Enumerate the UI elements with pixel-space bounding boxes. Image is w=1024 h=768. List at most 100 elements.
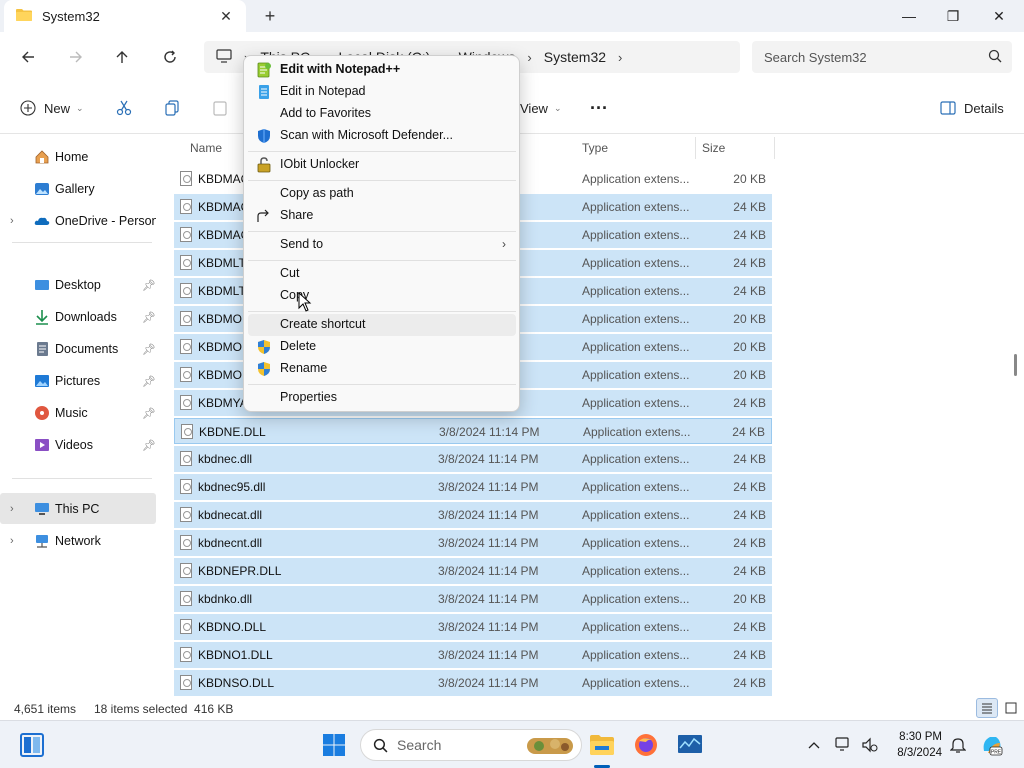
sidebar-item-onedrive[interactable]: › OneDrive - Persona [0, 206, 156, 236]
chevron-right-icon: › [502, 237, 506, 251]
start-button[interactable] [320, 731, 348, 759]
sidebar-item-gallery[interactable]: Gallery [0, 174, 156, 204]
menu-item-add-to-favorites[interactable]: Add to Favorites [248, 103, 516, 125]
details-pane-button[interactable]: Details [940, 96, 1004, 120]
copy-button[interactable] [164, 96, 180, 120]
file-type: Application extens... [582, 620, 690, 634]
taskbar-search-box[interactable]: Search [360, 729, 582, 761]
widgets-button[interactable] [18, 731, 46, 759]
menu-item-cut[interactable]: Cut [248, 263, 516, 285]
search-input[interactable]: Search System32 [752, 41, 1012, 73]
pin-icon: 📌︎ [142, 311, 156, 324]
file-size: 24 KB [733, 620, 766, 634]
table-row[interactable]: kbdnec.dll 3/8/2024 11:14 PM Application e… [174, 446, 772, 472]
file-name: kbdnko.dll [198, 592, 253, 606]
menu-separator [248, 180, 516, 181]
table-row[interactable]: KBDNO1.DLL 3/8/2024 11:14 PM Application e… [174, 642, 772, 668]
show-hidden-icons-button[interactable] [800, 731, 828, 759]
menu-item-rename[interactable]: Rename [248, 358, 516, 380]
menu-item-scan-with-defender[interactable]: Scan with Microsoft Defender... [248, 125, 516, 147]
table-row[interactable]: KBDNE.DLL 3/8/2024 11:14 PM Application ex… [174, 418, 772, 444]
dll-file-icon [181, 424, 193, 439]
file-size: 24 KB [733, 228, 766, 242]
view-button[interactable]: View ⌄ [520, 96, 562, 120]
menu-item-share[interactable]: Share [248, 205, 516, 227]
file-name: KBDMLT [198, 284, 246, 298]
sidebar-item-downloads[interactable]: Downloads 📌︎ [0, 302, 156, 332]
minimize-button[interactable]: — [886, 0, 932, 32]
table-row[interactable]: kbdnko.dll 3/8/2024 11:14 PM Application e… [174, 586, 772, 612]
tiles-view-button[interactable] [1000, 698, 1022, 718]
menu-item-iobit-unlocker[interactable]: IObit Unlocker [248, 154, 516, 176]
sidebar-item-desktop[interactable]: Desktop 📌︎ [0, 270, 156, 300]
network-tray-button[interactable] [830, 731, 858, 759]
back-button[interactable] [14, 44, 42, 70]
menu-item-properties[interactable]: Properties [248, 387, 516, 409]
paste-button[interactable] [212, 96, 228, 120]
refresh-button[interactable] [156, 44, 184, 70]
new-button[interactable]: New ⌄ [20, 96, 84, 120]
maximize-button[interactable]: ❐ [930, 0, 976, 32]
tab-system32[interactable]: System32 ✕ [4, 0, 246, 32]
breadcrumb-separator[interactable]: › [618, 50, 622, 65]
table-row[interactable]: KBDNSO.DLL 3/8/2024 11:14 PM Application e… [174, 670, 772, 696]
column-separator[interactable] [774, 137, 775, 159]
list-view-icon [982, 703, 992, 714]
menu-item-create-shortcut[interactable]: Create shortcut [248, 314, 516, 336]
sidebar-item-network[interactable]: › Network [0, 526, 156, 556]
taskbar-clock[interactable]: 8:30 PM 8/3/2024 [884, 729, 942, 761]
chevron-right-icon[interactable]: › [10, 503, 14, 515]
tab-close-button[interactable]: ✕ [216, 6, 236, 26]
arrow-left-icon [22, 51, 34, 63]
forward-button[interactable] [62, 44, 90, 70]
dll-file-icon [180, 227, 192, 242]
table-row[interactable]: kbdnec95.dll 3/8/2024 11:14 PM Application… [174, 474, 772, 500]
menu-item-edit-with-notepad-plus-plus[interactable]: Edit with Notepad++ [248, 59, 516, 81]
taskbar-file-explorer[interactable] [588, 731, 616, 759]
file-size: 24 KB [733, 396, 766, 410]
close-window-button[interactable]: ✕ [976, 0, 1022, 32]
taskbar-resource-monitor[interactable] [676, 731, 704, 759]
menu-item-copy-as-path[interactable]: Copy as path [248, 183, 516, 205]
menu-item-send-to[interactable]: Send to › [248, 234, 516, 256]
sidebar-item-label: Documents [55, 342, 119, 356]
table-row[interactable]: kbdnecnt.dll 3/8/2024 11:14 PM Application… [174, 530, 772, 556]
new-tab-button[interactable]: + [258, 6, 282, 26]
sidebar-item-label: Home [55, 150, 89, 164]
column-header-name[interactable]: Name [190, 135, 222, 161]
chevron-right-icon[interactable]: › [10, 215, 14, 227]
sidebar-item-home[interactable]: Home [0, 142, 156, 172]
details-view-button[interactable] [976, 698, 998, 718]
tab-title: System32 [42, 8, 100, 24]
menu-item-delete[interactable]: Delete [248, 336, 516, 358]
sidebar-item-music[interactable]: Music 📌︎ [0, 398, 156, 428]
notepad-plus-plus-icon [256, 62, 272, 78]
column-header-size[interactable]: Size [702, 135, 725, 161]
notifications-button[interactable] [944, 731, 972, 759]
search-placeholder: Search System32 [764, 49, 867, 65]
sidebar-item-videos[interactable]: Videos 📌︎ [0, 430, 156, 460]
home-icon [34, 149, 50, 165]
sidebar-item-pictures[interactable]: Pictures 📌︎ [0, 366, 156, 396]
table-row[interactable]: kbdnecat.dll 3/8/2024 11:14 PM Application… [174, 502, 772, 528]
up-button[interactable] [108, 44, 136, 70]
mouse-pointer-icon [298, 291, 312, 317]
column-header-type[interactable]: Type [582, 135, 608, 161]
breadcrumb-system32[interactable]: System32 [544, 49, 606, 65]
chevron-right-icon[interactable]: › [10, 535, 14, 547]
more-options-button[interactable]: ··· [590, 96, 608, 120]
volume-button[interactable] [856, 731, 884, 759]
table-row[interactable]: KBDNO.DLL 3/8/2024 11:14 PM Application ex… [174, 614, 772, 640]
sidebar-item-documents[interactable]: Documents 📌︎ [0, 334, 156, 364]
cut-button[interactable] [116, 96, 132, 120]
scrollbar-thumb[interactable] [1014, 354, 1017, 376]
menu-item-edit-in-notepad[interactable]: Edit in Notepad [248, 81, 516, 103]
column-separator[interactable] [695, 137, 696, 159]
sidebar-item-label: Music [55, 406, 88, 420]
table-row[interactable]: KBDNEPR.DLL 3/8/2024 11:14 PM Application … [174, 558, 772, 584]
taskbar-firefox[interactable] [632, 731, 660, 759]
file-name: KBDNEPR.DLL [198, 564, 282, 578]
sidebar-item-this-pc[interactable]: › This PC [0, 493, 156, 524]
copilot-button[interactable]: PRE [978, 731, 1006, 759]
menu-item-copy[interactable]: Copy [248, 285, 516, 307]
